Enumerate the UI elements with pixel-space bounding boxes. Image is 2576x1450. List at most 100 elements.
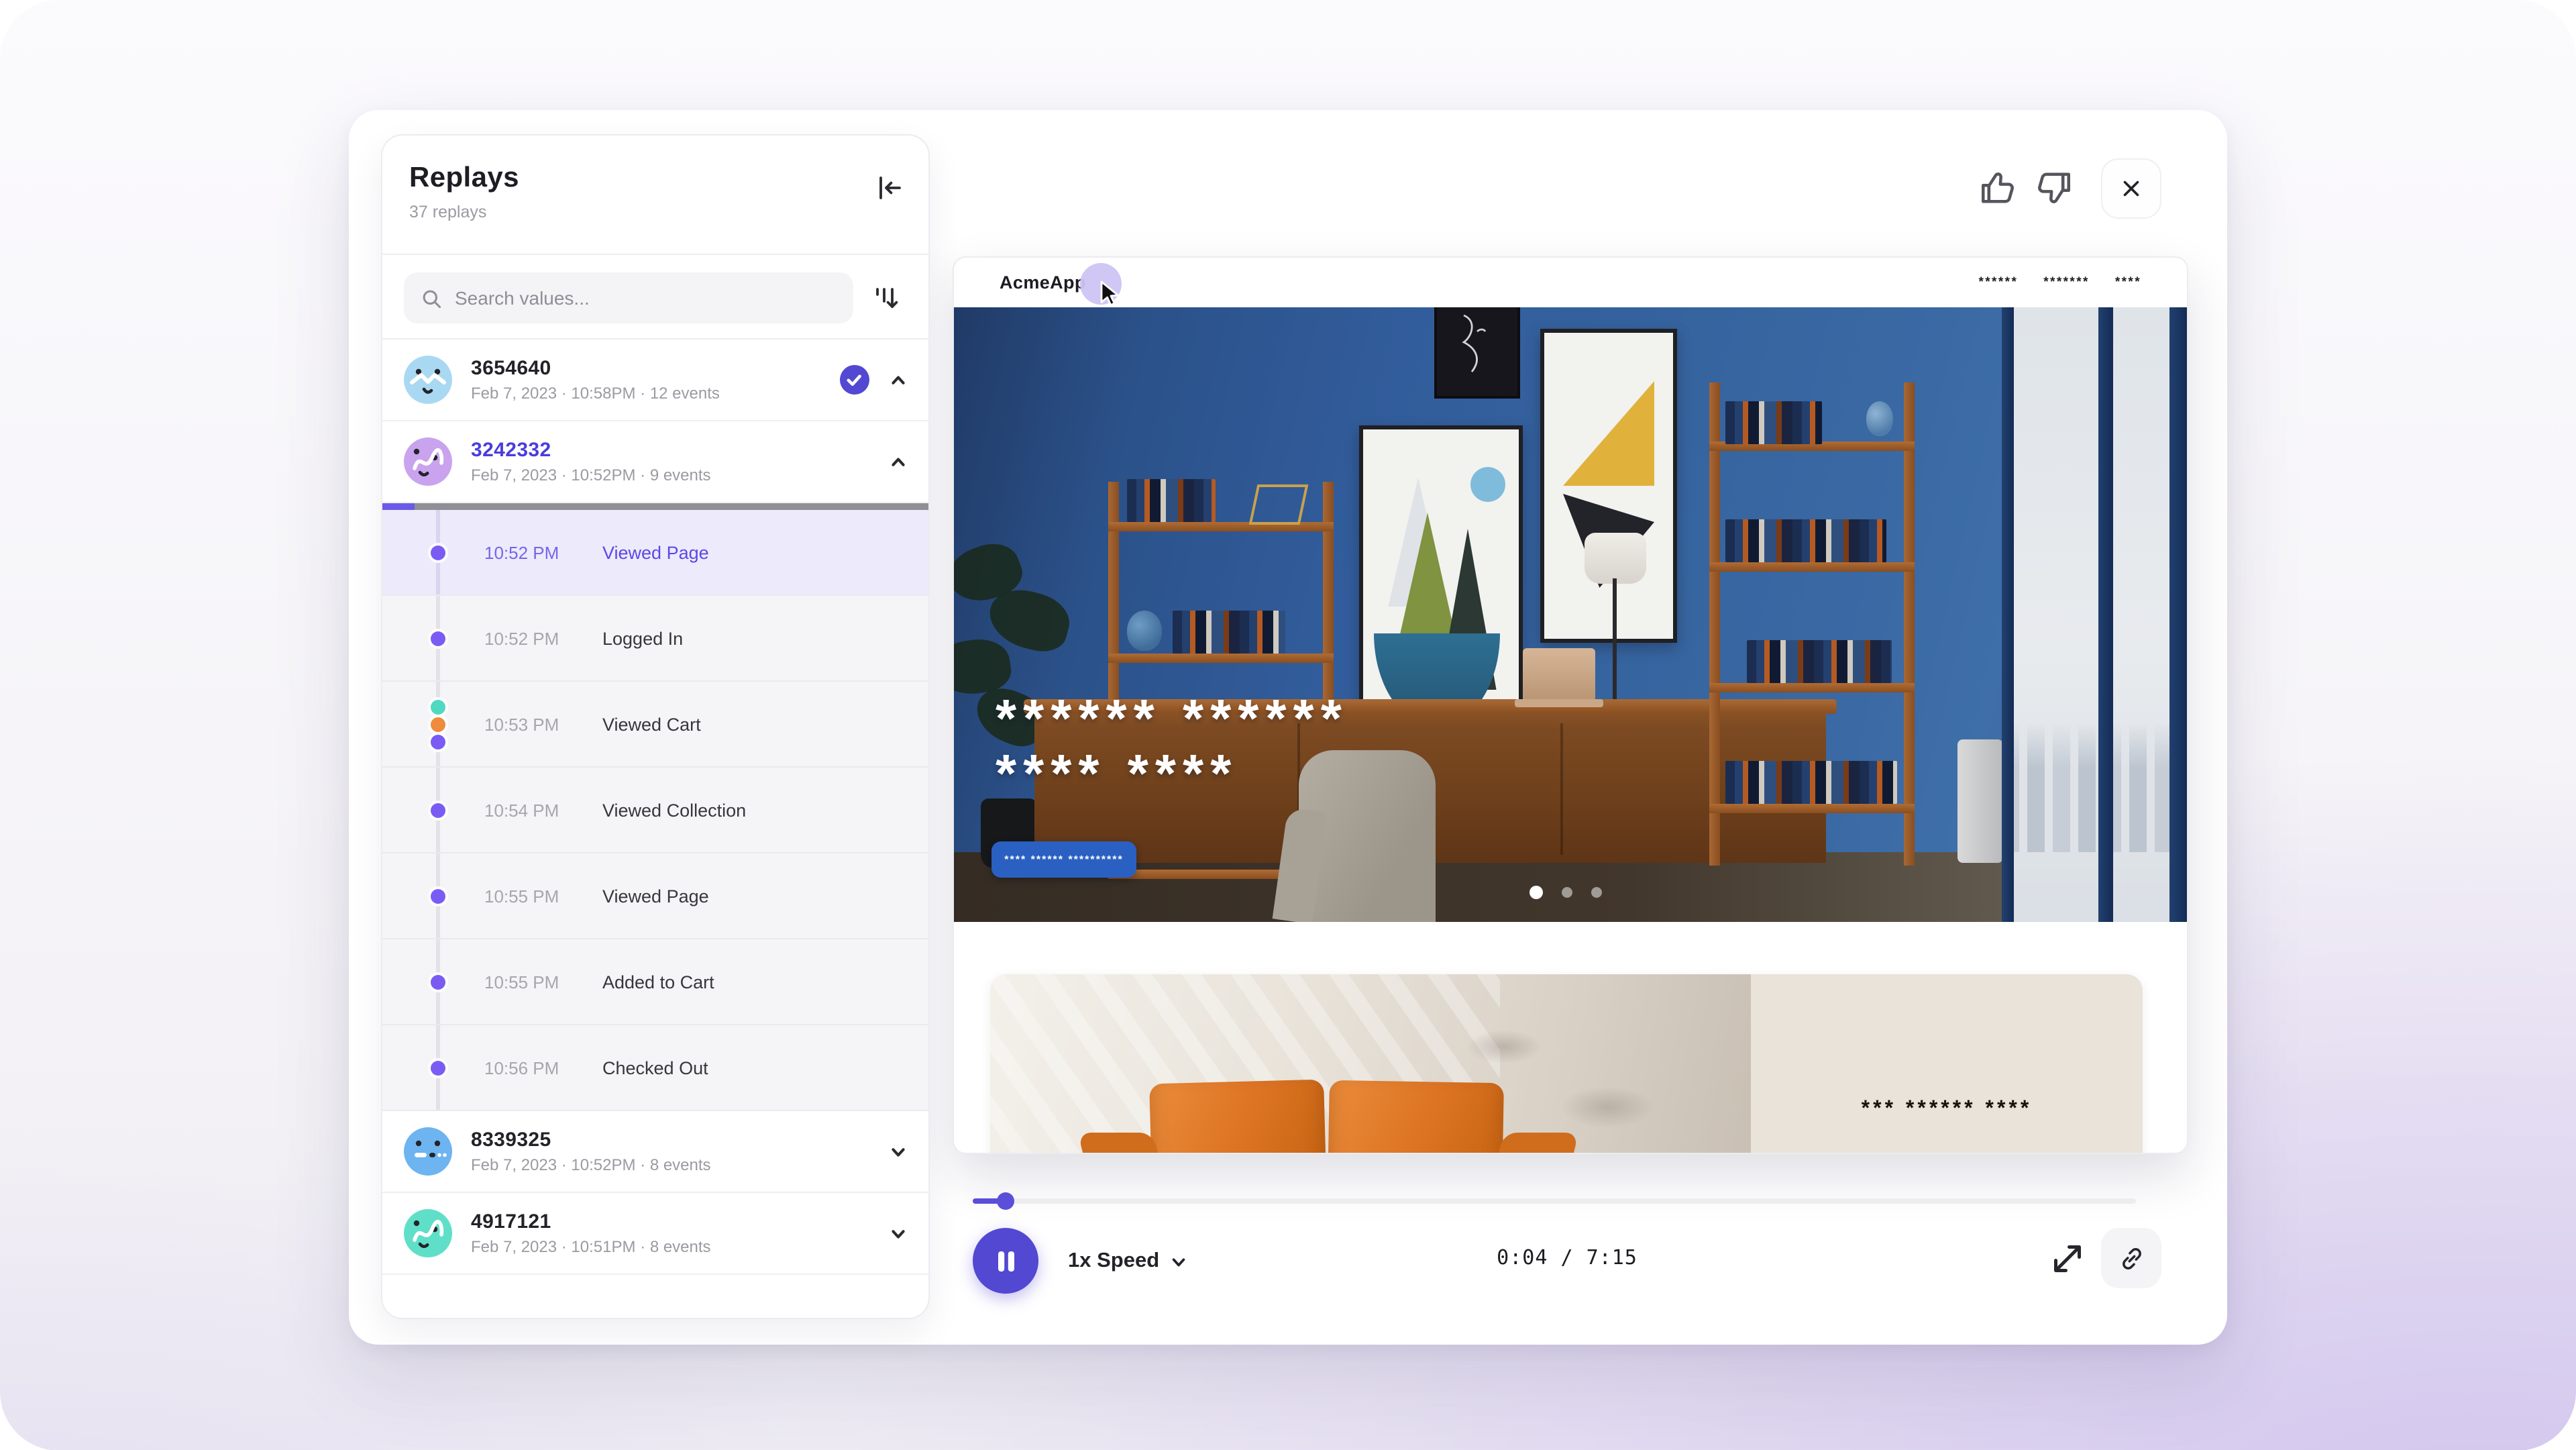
playback-time: 0:04 / 7:15 (1460, 1245, 1674, 1270)
shelf-board (1709, 562, 1915, 572)
product-card: *** ****** **** (990, 974, 2143, 1154)
search-input[interactable]: Search values... (404, 272, 853, 323)
check-icon (840, 365, 869, 395)
thumbs-up-icon (1975, 166, 2018, 209)
session-progress-bar[interactable] (382, 503, 928, 510)
collapse-left-icon (873, 172, 906, 204)
avatar (404, 1209, 452, 1257)
event-name: Viewed Page (602, 886, 709, 906)
product-name-masked: *** ****** **** (1862, 1098, 2033, 1122)
session-meta: Feb 7, 2023 · 10:51PM · 8 events (471, 1237, 887, 1256)
event-name: Checked Out (602, 1057, 708, 1078)
session-row[interactable]: 4917121Feb 7, 2023 · 10:51PM · 8 events (382, 1193, 928, 1275)
event-row[interactable]: 10:52 PMLogged In (382, 596, 928, 682)
carousel-dot[interactable] (1591, 887, 1602, 898)
poster-moon (1470, 467, 1505, 502)
event-row[interactable]: 10:54 PMViewed Collection (382, 768, 928, 853)
nav-item-masked: **** (2115, 275, 2141, 290)
avatar-face (404, 1127, 452, 1176)
copy-link-button[interactable] (2101, 1228, 2161, 1288)
carousel-dot[interactable] (1562, 887, 1572, 898)
playback-progress-bar[interactable] (973, 1198, 2136, 1204)
session-texts: 3654640 Feb 7, 2023 · 10:58PM · 12 events (471, 357, 840, 403)
sort-descending-icon (871, 282, 903, 314)
event-row[interactable]: 10:55 PMAdded to Cart (382, 939, 928, 1025)
event-name: Viewed Collection (602, 800, 746, 820)
product-photo-sofa (990, 974, 1751, 1154)
search-icon (420, 287, 443, 309)
shelf-board (1108, 654, 1334, 663)
nav-item-masked: ****** (1978, 275, 2018, 290)
shelf-books (1725, 761, 1897, 804)
session-progress-fill (382, 503, 415, 510)
shelf-decor (1249, 484, 1309, 525)
event-row[interactable]: 10:56 PMChecked Out (382, 1025, 928, 1111)
hero-poster-geometric (1540, 329, 1677, 643)
shelf-books (1173, 611, 1285, 654)
desk-seam (1560, 723, 1563, 855)
avatar (404, 437, 452, 486)
event-row[interactable]: 10:52 PM Viewed Page (382, 510, 928, 596)
carousel-dots (1529, 886, 1602, 899)
session-meta: Feb 7, 2023 · 10:52PM · 8 events (471, 1155, 887, 1174)
total-duration: 7:15 (1587, 1245, 1638, 1270)
event-time: 10:55 PM (484, 886, 559, 906)
event-time: 10:52 PM (484, 542, 559, 562)
speed-dropdown[interactable]: 1x Speed (1068, 1244, 1187, 1279)
search-row: Search values... (382, 255, 928, 338)
shelf-books (1747, 640, 1892, 683)
avatar-face (404, 1209, 452, 1257)
sidebar-header: Replays 37 replays (382, 136, 928, 255)
event-row[interactable]: 10:53 PM Viewed Cart (382, 682, 928, 768)
event-dot (431, 802, 445, 817)
event-name: Viewed Page (602, 542, 709, 562)
event-row[interactable]: 10:55 PM Viewed Page (382, 853, 928, 939)
thumbs-down-button[interactable] (2034, 166, 2077, 209)
lineart-face (1437, 307, 1512, 385)
shelf-vase (1127, 611, 1162, 651)
hero-radiator (1957, 739, 2003, 863)
event-name: Logged In (602, 628, 683, 648)
session-row[interactable]: 8339325Feb 7, 2023 · 10:52PM · 8 events (382, 1111, 928, 1193)
hero-cta-button[interactable]: **** ****** ********** (991, 841, 1136, 878)
sort-button[interactable] (867, 278, 907, 318)
event-name: Added to Cart (602, 972, 714, 992)
hero-armchair (1299, 750, 1436, 922)
session-row[interactable]: 3242332Feb 7, 2023 · 10:52PM · 9 events (382, 421, 928, 503)
hero-poster-lineart (1434, 307, 1520, 399)
thumbs-down-icon (2034, 166, 2077, 209)
chevron-down-icon (887, 1222, 910, 1245)
event-dot (431, 717, 445, 731)
avatar-face (404, 437, 452, 486)
session-id: 3654640 (471, 357, 840, 380)
speed-label: 1x Speed (1068, 1249, 1159, 1274)
fullscreen-button[interactable] (2047, 1239, 2088, 1279)
session-list: 3654640 Feb 7, 2023 · 10:58PM · 12 events… (382, 338, 928, 1318)
window-mullion (2169, 307, 2187, 922)
carousel-dot-active[interactable] (1529, 886, 1543, 899)
replay-site-topbar: AcmeApp ****** ******* **** (954, 258, 2187, 307)
shelf-board (1709, 804, 1915, 813)
pause-icon (992, 1247, 1019, 1274)
collapse-sidebar-button[interactable] (869, 168, 910, 208)
nav-item-masked: ******* (2043, 275, 2090, 290)
replay-hero-image: ****** ****** **** **** **** ****** ****… (954, 307, 2187, 922)
time-separator: / (1560, 1245, 1573, 1270)
thumbs-up-button[interactable] (1975, 166, 2018, 209)
shelf-books (1127, 479, 1216, 522)
site-nav: ****** ******* **** (1978, 275, 2141, 290)
event-name: Viewed Cart (602, 714, 701, 734)
event-dot (431, 974, 445, 989)
event-dot (431, 1060, 445, 1075)
session-meta: Feb 7, 2023 · 10:58PM · 12 events (471, 384, 840, 403)
progress-knob[interactable] (996, 1192, 1014, 1210)
sofa-cushion (1327, 1080, 1504, 1154)
avatar (404, 356, 452, 404)
pause-button[interactable] (973, 1228, 1038, 1294)
close-button[interactable] (2101, 158, 2161, 219)
event-time: 10:53 PM (484, 714, 559, 734)
chevron-down-icon (1170, 1253, 1187, 1270)
session-row[interactable]: 3654640 Feb 7, 2023 · 10:58PM · 12 events (382, 340, 928, 421)
sofa-cushion (1149, 1080, 1328, 1154)
expand-icon (2047, 1239, 2088, 1279)
